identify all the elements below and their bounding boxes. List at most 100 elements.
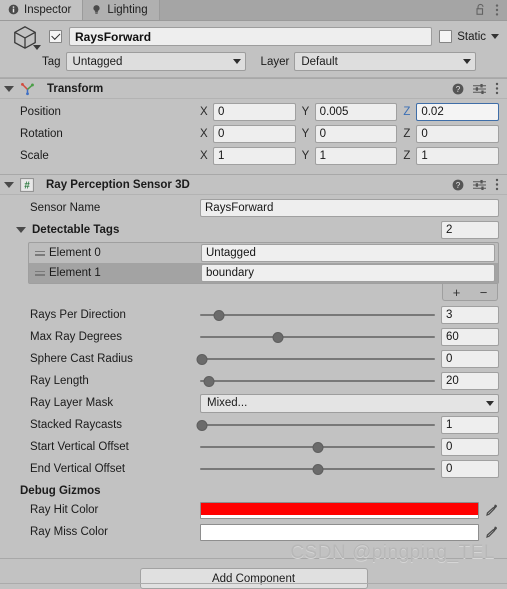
tabbar-tools [475,0,507,20]
position-vector3: X 0 Y 0.005 Z 0.02 [200,103,500,121]
rotation-z-input[interactable]: 0 [416,125,500,143]
chevron-down-icon [232,59,241,64]
transform-header[interactable]: Transform ? [0,78,507,99]
stacked-raycasts-row: Stacked Raycasts 1 [8,415,499,435]
preset-icon[interactable] [473,179,486,191]
rays-per-direction-slider[interactable] [200,306,435,324]
kebab-menu-icon[interactable] [495,3,499,17]
layer-label: Layer [260,55,290,68]
stacked-raycasts-input[interactable]: 1 [441,416,499,434]
tag-dropdown[interactable]: Untagged [65,52,246,71]
list-item[interactable]: Element 1 boundary [29,263,498,283]
add-component-button[interactable]: Add Component [139,568,368,589]
max-ray-degrees-slider[interactable] [200,328,435,346]
gameobject-name-row: RaysForward Static [8,24,499,50]
end-vertical-offset-input[interactable]: 0 [441,460,499,478]
tag-label: Tag [42,55,61,68]
rotation-label: Rotation [20,128,63,140]
layer-dropdown[interactable]: Default [294,52,477,71]
eyedropper-icon[interactable] [482,524,499,541]
gameobject-name-input[interactable]: RaysForward [69,27,433,46]
ray-hit-color-label: Ray Hit Color [30,504,99,516]
kebab-menu-icon[interactable] [495,82,499,95]
cs-script-icon: # [20,177,34,192]
axis-z-label: Z [403,128,411,140]
drag-handle-icon[interactable] [35,249,49,258]
detectable-tags-row: Detectable Tags 2 [8,220,499,240]
static-group: Static [439,30,499,43]
sphere-cast-radius-slider[interactable] [196,350,435,368]
list-item[interactable]: Element 0 Untagged [29,243,498,263]
transform-tools: ? [452,82,499,95]
rays-per-direction-input[interactable]: 3 [441,306,499,324]
static-dropdown-caret-icon[interactable] [491,34,499,39]
help-icon[interactable]: ? [452,83,464,95]
position-y-input[interactable]: 0.005 [314,103,398,121]
detectable-tags-foldout-icon[interactable] [16,227,26,233]
sensor-header[interactable]: # Ray Perception Sensor 3D ? [0,174,507,195]
gameobject-header: RaysForward Static Tag Untagged Layer De… [0,21,507,78]
rotation-x-input[interactable]: 0 [213,125,296,143]
max-ray-degrees-input[interactable]: 60 [441,328,499,346]
rotation-z-value: 0 [421,128,428,140]
stacked-raycasts-value: 1 [446,419,453,431]
scale-z-value: 1 [421,150,428,162]
scale-x-input[interactable]: 1 [213,147,296,165]
start-vertical-offset-value: 0 [446,441,453,453]
transform-position-row: Position X 0 Y 0.005 Z 0.02 [8,102,500,122]
scale-y-value: 1 [319,150,327,162]
rotation-y-input[interactable]: 0 [314,125,398,143]
axis-y-label: Y [301,150,310,162]
position-z-input[interactable]: 0.02 [416,103,500,121]
tab-lighting[interactable]: Lighting [83,0,160,20]
gameobject-tag-layer-row: Tag Untagged Layer Default [8,52,499,71]
start-vertical-offset-slider[interactable] [200,438,435,456]
drag-handle-icon[interactable] [35,269,49,278]
sphere-cast-radius-value: 0 [446,353,453,365]
ray-layer-mask-dropdown[interactable]: Mixed... [200,393,499,413]
scale-y-input[interactable]: 1 [314,147,398,165]
preset-icon[interactable] [473,83,486,95]
axis-y-label: Y [301,106,310,118]
ray-hit-color-swatch[interactable] [200,501,479,519]
sensor-foldout-icon[interactable] [4,181,14,188]
kebab-menu-icon[interactable] [495,178,499,191]
sphere-cast-radius-input[interactable]: 0 [441,350,499,368]
gameobject-icon-wrap[interactable] [8,24,42,50]
ray-miss-color-row: Ray Miss Color [8,522,499,542]
position-x-input[interactable]: 0 [213,103,296,121]
rays-per-direction-row: Rays Per Direction 3 [8,305,499,325]
ray-length-row: Ray Length 20 [8,371,499,391]
gameobject-enabled-checkbox[interactable] [49,30,62,43]
eyedropper-icon[interactable] [482,502,499,519]
ray-length-input[interactable]: 20 [441,372,499,390]
cube-dropdown-caret-icon[interactable] [33,44,41,51]
remove-element-button[interactable]: − [480,285,488,300]
detectable-tags-count-input[interactable]: 2 [441,221,499,239]
debug-gizmos-title: Debug Gizmos [20,485,101,497]
add-element-button[interactable]: + [453,285,461,300]
element-1-value: boundary [206,267,254,279]
ray-length-slider[interactable] [200,372,435,390]
lock-icon[interactable] [475,3,486,16]
sphere-cast-radius-row: Sphere Cast Radius 0 [8,349,499,369]
element-0-input[interactable]: Untagged [201,244,495,262]
tab-inspector[interactable]: Inspector [0,0,84,20]
gameobject-name-value: RaysForward [75,29,152,44]
element-1-input[interactable]: boundary [201,264,495,282]
ray-miss-color-swatch[interactable] [200,523,479,541]
help-icon[interactable]: ? [452,179,464,191]
position-y-value: 0.005 [319,106,349,118]
scale-z-input[interactable]: 1 [416,147,500,165]
axis-z-label: Z [403,106,411,118]
end-vertical-offset-slider[interactable] [200,460,435,478]
list-add-remove-group: + − [442,284,498,301]
stacked-raycasts-slider[interactable] [196,416,435,434]
sensor-name-input[interactable]: RaysForward [200,199,499,217]
static-checkbox[interactable] [439,30,453,43]
start-vertical-offset-input[interactable]: 0 [441,438,499,456]
axis-x-label: X [200,128,208,140]
transform-foldout-icon[interactable] [4,85,14,92]
max-ray-degrees-label: Max Ray Degrees [30,331,123,343]
rotation-y-value: 0 [319,128,327,140]
